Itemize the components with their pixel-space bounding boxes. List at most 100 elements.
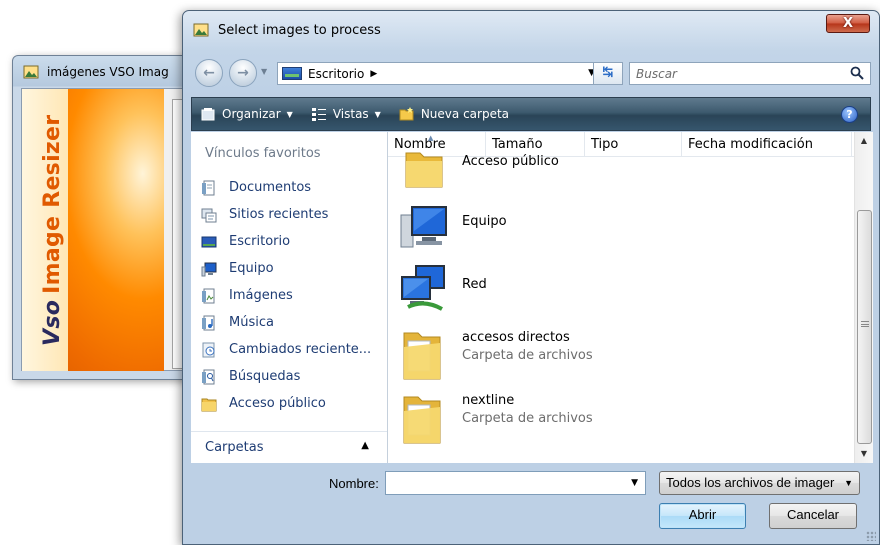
list-item[interactable]: Equipo (388, 197, 854, 260)
sidebar-item-musica[interactable]: Música (191, 309, 387, 336)
desktop-icon (282, 67, 302, 80)
breadcrumb-location[interactable]: Escritorio (308, 67, 364, 81)
organize-label: Organizar (222, 107, 281, 121)
file-name: Equipo (462, 214, 507, 229)
sidebar-item-documentos[interactable]: Documentos (191, 174, 387, 201)
file-list-pane: ▲ Nombre Tamaño Tipo Fecha modificación … (388, 132, 873, 463)
column-label: Fecha modificación (688, 137, 813, 152)
banner-brand: Vso (40, 299, 65, 346)
list-item[interactable]: Red (388, 260, 854, 323)
file-name: Acceso público (462, 154, 559, 169)
sidebar-item-label: Cambiados reciente... (229, 342, 372, 357)
list-item[interactable]: nextline Carpeta de archivos (388, 386, 854, 449)
organize-menu[interactable]: Organizar ▼ (200, 106, 293, 122)
organize-caret-icon: ▼ (286, 109, 293, 119)
file-type-filter[interactable]: Todos los archivos de imager ▼ (659, 471, 860, 495)
column-label: Tamaño (492, 137, 543, 152)
refresh-button[interactable]: ↹ (593, 62, 623, 85)
public-folder-icon (201, 398, 217, 411)
app-icon (23, 65, 39, 79)
sidebar-item-label: Acceso público (229, 396, 326, 411)
documents-icon (202, 180, 215, 195)
file-type: Carpeta de archivos (462, 411, 593, 426)
desktop-icon (201, 236, 217, 247)
views-caret-icon: ▼ (374, 109, 381, 119)
sidebar-item-escritorio[interactable]: Escritorio (191, 228, 387, 255)
sidebar-item-label: Música (229, 315, 274, 330)
column-header-tipo[interactable]: Tipo (585, 132, 682, 157)
file-name: accesos directos (462, 330, 570, 345)
banner-logo-text: Vso Image Resizer (40, 115, 65, 346)
searches-icon (202, 369, 215, 384)
back-button[interactable]: ← (195, 59, 223, 87)
column-header-row: ▲ Nombre Tamaño Tipo Fecha modificación (388, 132, 854, 157)
sidebar-item-equipo[interactable]: Equipo (191, 255, 387, 282)
recent-locations-dropdown[interactable]: ▼ (261, 67, 267, 76)
sidebar-item-label: Sitios recientes (229, 207, 329, 222)
sidebar-item-busquedas[interactable]: Búsquedas (191, 363, 387, 390)
sidebar-item-acceso-publico[interactable]: Acceso público (191, 390, 387, 417)
favorite-links-list: Documentos Sitios recientes Escritorio E… (191, 174, 387, 417)
address-bar[interactable]: Escritorio ▶ ▼ (277, 62, 604, 85)
search-input[interactable] (630, 63, 830, 84)
chevron-down-icon[interactable]: ▼ (631, 478, 638, 488)
cancel-button[interactable]: Cancelar (769, 503, 857, 529)
sidebar-item-label: Equipo (229, 261, 274, 276)
column-header-fecha[interactable]: Fecha modificación (682, 132, 852, 157)
back-arrow-icon: ← (203, 65, 215, 81)
help-icon[interactable]: ? (841, 106, 858, 123)
sidebar-item-imagenes[interactable]: Imágenes (191, 282, 387, 309)
sidebar-item-cambiados-recientemente[interactable]: Cambiados reciente... (191, 336, 387, 363)
computer-icon (400, 206, 447, 248)
views-label: Vistas (332, 107, 369, 121)
organize-icon (201, 108, 215, 121)
search-icon[interactable] (850, 66, 864, 80)
grip-icon (861, 321, 869, 327)
recent-places-icon (201, 208, 217, 222)
scrollbar-thumb[interactable] (857, 210, 872, 444)
folder-icon (403, 332, 441, 380)
music-icon (202, 315, 215, 330)
scroll-down-arrow-icon[interactable]: ▼ (855, 445, 873, 463)
navigation-pane: Vínculos favoritos Documentos Sitios rec… (191, 132, 388, 463)
views-menu[interactable]: Vistas ▼ (311, 106, 381, 122)
computer-icon (201, 262, 217, 276)
scroll-up-arrow-icon[interactable]: ▲ (855, 132, 873, 150)
list-item[interactable]: accesos directos Carpeta de archivos (388, 323, 854, 386)
dialog-titlebar[interactable]: Select images to process X (183, 11, 879, 49)
pictures-icon (202, 288, 215, 303)
folders-toggle[interactable]: Carpetas ▲ (191, 431, 387, 463)
vertical-scrollbar[interactable]: ▲ ▼ (854, 132, 873, 463)
sidebar-item-label: Imágenes (229, 288, 293, 303)
app-icon (193, 23, 209, 37)
banner-product: Image Resizer (40, 114, 65, 294)
sidebar-item-label: Escritorio (229, 234, 291, 249)
favorite-links-title: Vínculos favoritos (205, 146, 321, 161)
chevron-up-icon[interactable]: ▲ (361, 440, 369, 451)
open-button[interactable]: Abrir (659, 503, 746, 529)
file-name: Red (462, 277, 487, 292)
file-name-input[interactable] (386, 472, 621, 494)
folder-icon (403, 396, 441, 444)
background-window-title: imágenes VSO Imag (47, 65, 169, 79)
search-box[interactable] (629, 62, 871, 85)
navigation-bar: ← → ▼ Escritorio ▶ ▼ ↹ (183, 55, 879, 87)
views-icon (311, 108, 326, 121)
file-name-combobox[interactable]: ▼ (385, 471, 646, 495)
forward-button[interactable]: → (229, 59, 257, 87)
resize-grip[interactable] (866, 531, 876, 541)
network-icon (401, 265, 445, 311)
new-folder-button[interactable]: Nueva carpeta (399, 106, 509, 122)
file-name-label: Nombre: (329, 476, 379, 491)
close-button[interactable]: X (826, 14, 870, 33)
dialog-title: Select images to process (218, 22, 381, 38)
command-toolbar: Organizar ▼ Vistas ▼ Nueva carpeta ? (191, 97, 871, 131)
sidebar-item-sitios-recientes[interactable]: Sitios recientes (191, 201, 387, 228)
chevron-down-icon: ▼ (844, 478, 853, 488)
sidebar-item-label: Documentos (229, 180, 312, 195)
list-item[interactable]: Acceso público (388, 152, 854, 197)
recently-changed-icon (202, 342, 215, 357)
image-resizer-banner: Vso Image Resizer (22, 89, 164, 371)
file-type-filter-value: Todos los archivos de imager (666, 475, 835, 490)
breadcrumb-arrow-icon[interactable]: ▶ (370, 69, 377, 79)
